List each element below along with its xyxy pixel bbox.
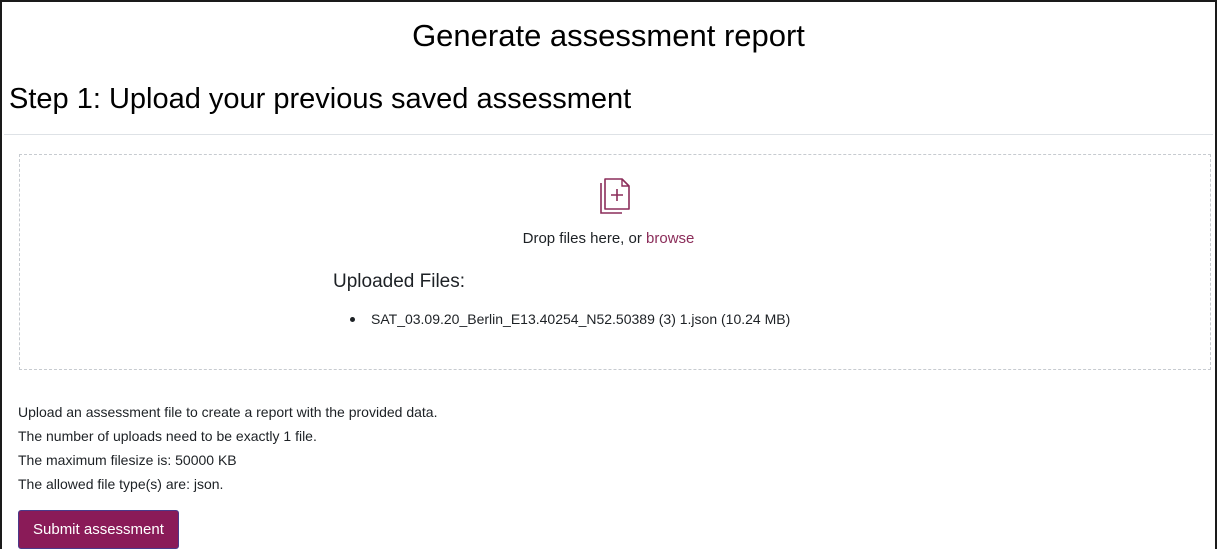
page-frame: Generate assessment report Step 1: Uploa…	[0, 0, 1217, 549]
uploaded-file-item: SAT_03.09.20_Berlin_E13.40254_N52.50389 …	[349, 308, 790, 330]
page-title: Generate assessment report	[412, 18, 805, 53]
instruction-line: The allowed file type(s) are: json.	[18, 476, 224, 492]
instruction-line: The number of uploads need to be exactly…	[18, 428, 317, 444]
step-title: Step 1: Upload your previous saved asses…	[9, 83, 632, 115]
uploaded-file-list: SAT_03.09.20_Berlin_E13.40254_N52.50389 …	[333, 308, 790, 330]
uploaded-files-heading: Uploaded Files:	[333, 271, 466, 292]
file-add-icon[interactable]	[598, 176, 632, 216]
upload-instructions: Upload an assessment file to create a re…	[18, 400, 437, 496]
instruction-line: Upload an assessment file to create a re…	[18, 404, 438, 420]
divider	[4, 134, 1213, 135]
browse-link[interactable]: browse	[646, 230, 694, 247]
submit-assessment-button[interactable]: Submit assessment	[18, 510, 179, 549]
dropzone-prompt: Drop files here, or browse	[2, 228, 1215, 250]
instruction-line: The maximum filesize is: 50000 KB	[18, 452, 237, 468]
dropzone-prompt-text: Drop files here, or	[522, 230, 647, 247]
